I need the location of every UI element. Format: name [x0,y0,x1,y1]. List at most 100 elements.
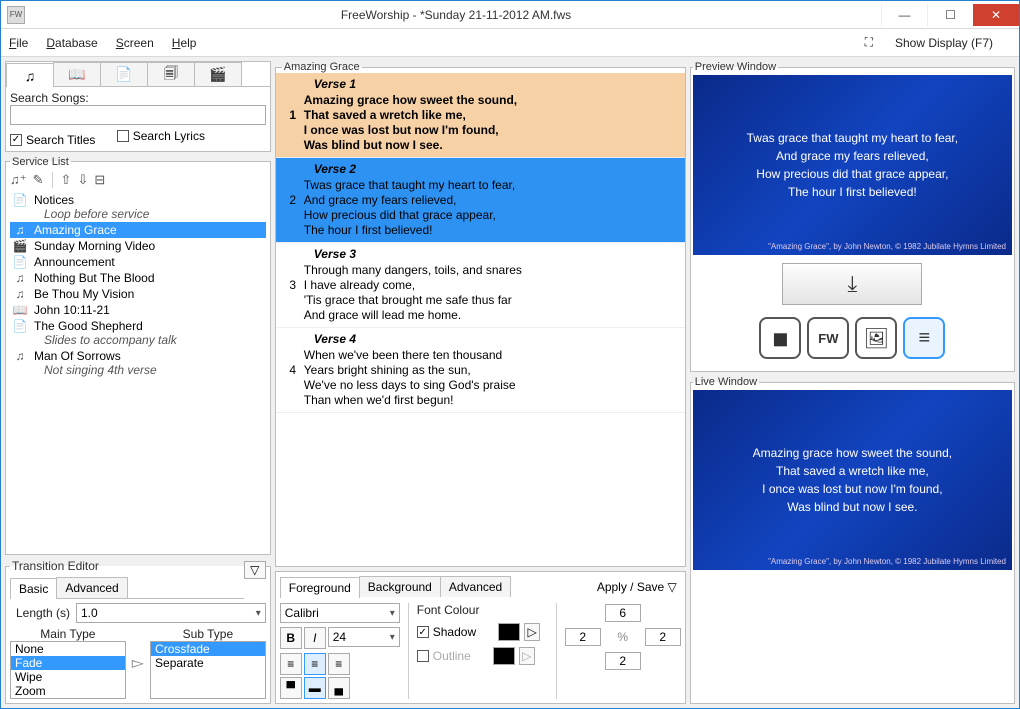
sub-type-option[interactable]: Crossfade [151,642,265,656]
tab-bible[interactable]: 📖 [53,62,101,86]
sub-type-listbox[interactable]: CrossfadeSeparate [150,641,266,699]
tab-songs[interactable]: ♫ [6,63,54,87]
go-live-button[interactable]: ⤓ [782,263,922,305]
apply-save-button[interactable]: Apply / Save ▽ [593,578,681,596]
verse-slide[interactable]: 1Verse 1Amazing grace how sweet the soun… [276,73,685,158]
align-left-button[interactable]: ≡ [280,653,302,675]
background-button[interactable]: 🖼 [855,317,897,359]
verse-slide[interactable]: 2Verse 2Twas grace that taught my heart … [276,158,685,243]
main-type-listbox[interactable]: NoneFadeWipeZoom [10,641,126,699]
tab-format-advanced[interactable]: Advanced [440,576,511,597]
valign-bottom-button[interactable]: ▄ [328,677,350,699]
tab-trans-advanced[interactable]: Advanced [56,577,127,598]
item-type-icon: ♫ [12,349,28,363]
app-icon: FW [7,6,25,24]
service-list[interactable]: 📄NoticesLoop before service♫Amazing Grac… [10,192,266,378]
margin-left-input[interactable] [565,628,601,646]
service-item[interactable]: 📄The Good ShepherdSlides to accompany ta… [10,318,266,348]
outline-checkbox[interactable]: Outline [417,649,471,663]
search-titles-checkbox[interactable]: ✓Search Titles [10,133,95,147]
shadow-checkbox[interactable]: ✓Shadow [417,625,476,639]
add-song-icon[interactable]: ♫⁺ [10,172,27,188]
sub-type-option[interactable]: Separate [151,656,265,670]
format-panel: Foreground Background Advanced Apply / S… [275,571,686,704]
service-item[interactable]: 📄Announcement [10,254,266,270]
arrow-right-icon: ▻ [132,653,144,673]
remove-icon[interactable]: ⊟ [94,172,105,188]
tab-media[interactable]: 🗐 [147,62,195,86]
service-item[interactable]: ♫Amazing Grace [10,222,266,238]
service-item[interactable]: ♫Man Of SorrowsNot singing 4th verse [10,348,266,378]
live-attribution: "Amazing Grace", by John Newton, © 1982 … [768,557,1006,566]
shadow-more-button[interactable]: ▷ [524,623,540,641]
service-item[interactable]: 📖John 10:11-21 [10,302,266,318]
minimize-button[interactable]: — [881,4,927,26]
item-type-icon: 📄 [12,319,28,333]
main-type-option[interactable]: Wipe [11,670,125,684]
close-button[interactable]: ✕ [973,4,1019,26]
search-label: Search Songs: [10,91,266,105]
service-item[interactable]: 🎬Sunday Morning Video [10,238,266,254]
verse-number: 4 [282,332,304,408]
tab-foreground[interactable]: Foreground [280,577,360,598]
transition-collapse-button[interactable]: ▽ [244,561,266,579]
margin-right-input[interactable] [645,628,681,646]
align-right-button[interactable]: ≡ [328,653,350,675]
search-input[interactable] [10,105,266,125]
font-colour-label: Font Colour [417,603,548,617]
item-type-icon: ♫ [12,223,28,237]
percent-label: % [617,630,628,644]
service-item[interactable]: ♫Nothing But The Blood [10,270,266,286]
sub-type-label: Sub Type [150,627,266,641]
verse-slide[interactable]: 3Verse 3Through many dangers, toils, and… [276,243,685,328]
show-display-button[interactable]: ⛶ Show Display (F7) [865,35,1011,50]
service-list-title: Service List [10,156,71,168]
margin-top-input[interactable] [605,604,641,622]
menu-database[interactable]: Database [46,36,97,50]
verse-lines: Twas grace that taught my heart to fear,… [304,178,679,238]
menu-screen[interactable]: Screen [116,36,154,50]
search-lyrics-checkbox[interactable]: Search Lyrics [117,129,205,143]
service-item[interactable]: 📄NoticesLoop before service [10,192,266,222]
item-type-icon: ♫ [12,271,28,285]
italic-button[interactable]: I [304,627,326,649]
tab-video[interactable]: 🎬 [194,62,242,86]
tab-presentation[interactable]: 📄 [100,62,148,86]
service-list-panel: Service List ♫⁺ ✎ ⇧ ⇩ ⊟ 📄NoticesLoop bef… [5,156,271,556]
tab-background[interactable]: Background [359,576,441,597]
blank-button[interactable]: ◼ [759,317,801,359]
main-type-label: Main Type [10,627,126,641]
logo-button[interactable]: FW [807,317,849,359]
valign-top-button[interactable]: ▀ [280,677,302,699]
bold-button[interactable]: B [280,627,302,649]
font-family-select[interactable]: Calibri▾ [280,603,400,623]
verse-label: Verse 2 [304,162,679,176]
length-select[interactable]: 1.0▾ [76,603,266,623]
menu-file[interactable]: File [9,36,28,50]
outline-more-button[interactable]: ▷ [519,647,535,665]
preview-title: Preview Window [693,61,778,73]
display-icon: ⛶ [865,35,873,50]
font-size-select[interactable]: 24▾ [328,627,400,647]
edit-icon[interactable]: ✎ [33,172,44,188]
menu-help[interactable]: Help [172,36,197,50]
main-type-option[interactable]: Fade [11,656,125,670]
align-center-button[interactable]: ≡ [304,653,326,675]
verse-number: 1 [282,77,304,153]
move-down-icon[interactable]: ⇩ [77,172,88,188]
service-item[interactable]: ♫Be Thou My Vision [10,286,266,302]
main-type-option[interactable]: Zoom [11,684,125,698]
shadow-color[interactable] [498,623,520,641]
maximize-button[interactable]: ☐ [927,4,973,26]
verse-lines: When we've been there ten thousandYears … [304,348,679,408]
tab-trans-basic[interactable]: Basic [10,578,57,599]
margin-bottom-input[interactable] [605,652,641,670]
main-type-option[interactable]: None [11,642,125,656]
text-button[interactable]: ≡ [903,317,945,359]
verse-slide[interactable]: 4Verse 4When we've been there ten thousa… [276,328,685,413]
transition-editor-panel: Transition Editor ▽ Basic Advanced Lengt… [5,559,271,704]
outline-color[interactable] [493,647,515,665]
move-up-icon[interactable]: ⇧ [61,172,72,188]
valign-middle-button[interactable]: ▬ [304,677,326,699]
item-type-icon: 📖 [12,303,28,317]
